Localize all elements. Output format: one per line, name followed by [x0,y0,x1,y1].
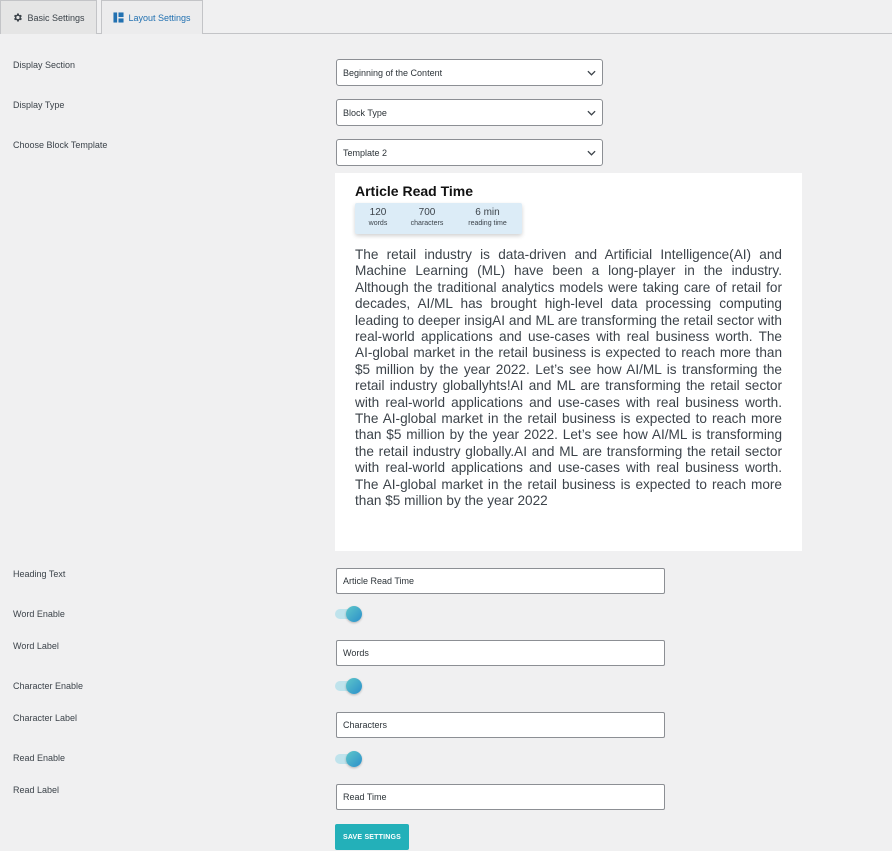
read-label-input[interactable]: Read Time [336,784,665,810]
read-stats-box: 120 words 700 characters 6 min reading t… [355,203,522,234]
toggle-knob [346,751,362,767]
read-enable-label: Read Enable [13,753,66,763]
stat-characters: 700 characters [401,203,453,234]
word-enable-label: Word Enable [13,609,65,619]
preview-article-text: The retail industry is data-driven and A… [355,247,782,509]
tab-basic-settings[interactable]: Basic Settings [0,0,97,34]
read-label-label: Read Label [13,785,60,795]
character-enable-label: Character Enable [13,681,84,691]
character-label-input[interactable]: Characters [336,712,665,738]
template-preview: Article Read Time 120 words 700 characte… [335,173,802,551]
word-label-label: Word Label [13,641,59,651]
display-type-select[interactable]: Block Type [336,99,603,126]
character-label-value: Characters [343,720,388,730]
layout-icon [113,12,125,23]
toggle-knob [346,606,362,622]
word-label-value: Words [343,648,369,658]
stat-reading-time-number: 6 min [475,207,500,218]
tab-basic-label: Basic Settings [27,12,85,23]
preview-title: Article Read Time [355,183,474,199]
display-type-value: Block Type [343,107,387,118]
stat-characters-number: 700 [418,207,436,218]
save-settings-button[interactable]: SAVE SETTINGS [335,824,409,850]
stat-words: 120 words [355,203,401,234]
read-enable-toggle[interactable] [335,751,363,767]
chevron-down-icon [587,68,596,78]
stat-characters-caption: characters [410,220,444,227]
display-section-value: Beginning of the Content [343,67,443,78]
gear-icon [12,12,23,23]
block-template-select[interactable]: Template 2 [336,139,603,166]
word-label-input[interactable]: Words [336,640,665,666]
display-section-select[interactable]: Beginning of the Content [336,59,603,86]
character-label-label: Character Label [13,713,78,723]
display-section-label: Display Section [13,60,76,70]
chevron-down-icon [587,108,596,118]
tab-layout-settings[interactable]: Layout Settings [101,0,203,34]
display-type-label: Display Type [13,100,65,110]
word-enable-toggle[interactable] [335,606,363,622]
character-enable-toggle[interactable] [335,678,363,694]
block-template-label: Choose Block Template [13,140,108,150]
read-label-value: Read Time [343,792,387,802]
stat-reading-time-caption: reading time [468,220,507,227]
settings-tabs: Basic Settings Layout Settings [0,0,892,34]
toggle-knob [346,678,362,694]
heading-text-input[interactable]: Article Read Time [336,568,665,594]
chevron-down-icon [587,148,596,158]
stat-words-number: 120 [369,207,387,218]
stat-reading-time: 6 min reading time [453,203,522,234]
heading-text-label: Heading Text [13,569,66,579]
block-template-value: Template 2 [343,147,388,158]
stat-words-caption: words [368,220,388,227]
tab-layout-label: Layout Settings [128,12,191,23]
heading-text-value: Article Read Time [343,576,415,586]
